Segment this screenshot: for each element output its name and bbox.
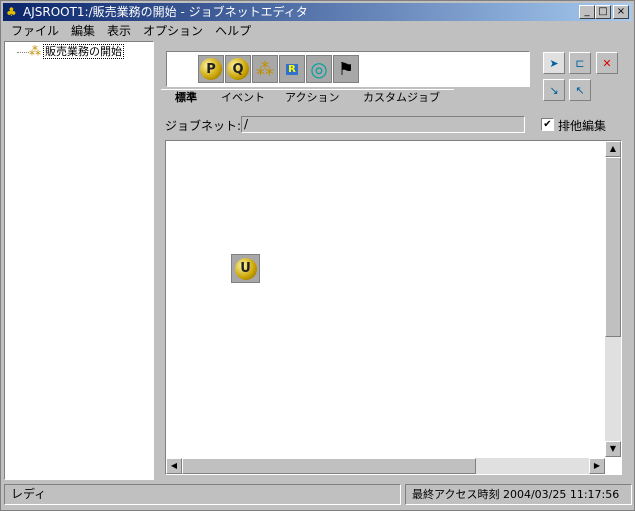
relation-line-icon[interactable]: ↘: [543, 79, 565, 101]
menu-options[interactable]: オプション: [143, 22, 203, 41]
status-last-access: 最終アクセス時刻 2004/03/25 11:17:56: [405, 484, 632, 505]
scroll-left-button[interactable]: ◀: [166, 458, 182, 474]
tab-custom-job[interactable]: カスタムジョブ: [349, 89, 454, 106]
exclusive-edit-checkbox[interactable]: ✔: [541, 118, 554, 131]
q-icon[interactable]: Q: [225, 55, 251, 83]
select-pointer-icon[interactable]: ➤: [543, 52, 565, 74]
remote-jobnet-icon[interactable]: R: [279, 55, 305, 83]
relation-line-reverse-icon[interactable]: ↖: [569, 79, 591, 101]
flag-icon[interactable]: ⚑: [333, 55, 359, 83]
unit-icon-u[interactable]: U: [231, 254, 260, 283]
tree-item-root[interactable]: 販売業務の開始: [43, 44, 124, 59]
scroll-right-button[interactable]: ▶: [589, 458, 605, 474]
status-ready: レディ: [4, 484, 401, 505]
title-bar: ♣ AJSROOT1:/販売業務の開始 - ジョブネットエディタ: [3, 3, 632, 21]
tree-line: [17, 52, 29, 53]
close-button[interactable]: ×: [613, 5, 629, 19]
tree-panel: ⁂ 販売業務の開始: [4, 41, 154, 480]
scroll-up-button[interactable]: ▲: [605, 141, 621, 157]
jobnet-tree-icon: ⁂: [29, 44, 41, 58]
horizontal-scrollbar[interactable]: ◀ ▶: [166, 458, 605, 474]
scroll-down-button[interactable]: ▼: [605, 441, 621, 457]
tab-standard[interactable]: 標準: [161, 89, 211, 106]
jobnet-field: /: [241, 116, 525, 133]
maximize-button[interactable]: □: [595, 5, 611, 19]
tab-action[interactable]: アクション: [271, 89, 354, 106]
icon-palette: P Q ⁂ R ◎ ⚑: [166, 51, 530, 87]
menu-bar: ファイル 編集 表示 オプション ヘルプ: [5, 22, 251, 41]
p-icon[interactable]: P: [198, 55, 224, 83]
jobnet-icon[interactable]: ⁂: [252, 55, 278, 83]
menu-edit[interactable]: 編集: [71, 22, 95, 41]
minimize-button[interactable]: _: [579, 5, 595, 19]
vertical-scrollbar[interactable]: ▲ ▼: [605, 141, 621, 457]
tab-event[interactable]: イベント: [207, 89, 279, 106]
vertical-scroll-thumb[interactable]: [605, 157, 621, 337]
jobnet-label: ジョブネット:: [165, 119, 242, 133]
jobnet-canvas[interactable]: U ▲ ▼ ◀ ▶: [165, 140, 622, 475]
window-title: AJSROOT1:/販売業務の開始 - ジョブネットエディタ: [23, 5, 308, 19]
judgment-icon[interactable]: ◎: [306, 55, 332, 83]
exclusive-edit-label: 排他編集: [558, 119, 607, 133]
menu-file[interactable]: ファイル: [11, 22, 59, 41]
connect-icon[interactable]: ⊏: [569, 52, 591, 74]
menu-view[interactable]: 表示: [107, 22, 131, 41]
app-icon: ♣: [6, 5, 17, 19]
menu-help[interactable]: ヘルプ: [215, 22, 251, 41]
disconnect-icon[interactable]: ✕: [596, 52, 618, 74]
horizontal-scroll-thumb[interactable]: [182, 458, 476, 474]
